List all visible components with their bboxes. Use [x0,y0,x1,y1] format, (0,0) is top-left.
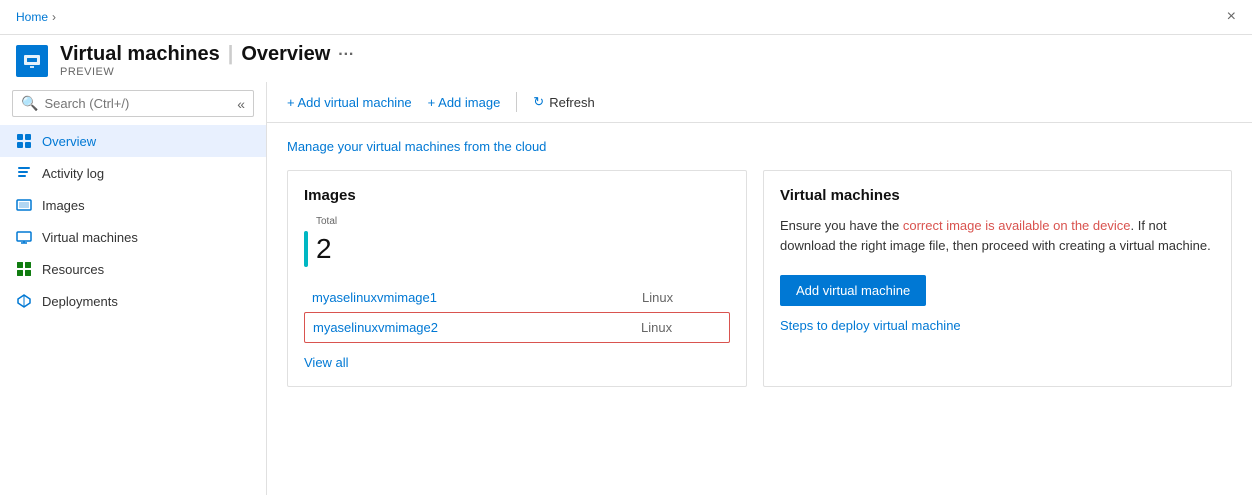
main-layout: 🔍 « Overview Activity log Images [0,82,1252,495]
breadcrumb-home[interactable]: Home [16,10,48,24]
search-icon: 🔍 [21,95,38,112]
page-title: Virtual machines | Overview ··· [60,43,354,66]
cards-row: Images Total 2 myaselinuxvmimage1 Linux [287,170,1232,387]
sidebar-item-resources[interactable]: Resources [0,253,266,285]
images-card: Images Total 2 myaselinuxvmimage1 Linux [287,170,747,387]
refresh-icon: ↻ [533,94,544,110]
view-all-link[interactable]: View all [304,355,349,370]
search-container: 🔍 « [12,90,254,117]
sidebar-label-overview: Overview [42,134,96,149]
sidebar-item-virtual-machines[interactable]: Virtual machines [0,221,266,253]
add-image-button[interactable]: + Add image [428,95,501,110]
title-separator: | [228,43,234,66]
toolbar-separator [516,92,517,112]
header-title-block: Virtual machines | Overview ··· PREVIEW [60,43,354,78]
total-count-row: 2 [304,231,730,267]
total-label: Total [316,216,730,227]
total-bar [304,231,308,267]
image-row[interactable]: myaselinuxvmimage2 Linux [304,312,730,343]
refresh-label: Refresh [549,95,595,110]
vm-card: Virtual machines Ensure you have the cor… [763,170,1232,387]
close-button[interactable]: × [1227,8,1236,26]
sidebar-label-virtual-machines: Virtual machines [42,230,138,245]
image-list: myaselinuxvmimage1 Linux myaselinuxvmima… [304,283,730,343]
service-icon [16,45,48,77]
more-options-icon[interactable]: ··· [338,46,354,64]
deployments-icon [16,293,32,309]
sidebar-item-images[interactable]: Images [0,189,266,221]
vm-icon [22,51,42,71]
vm-description: Ensure you have the correct image is ava… [780,216,1215,255]
steps-link[interactable]: Steps to deploy virtual machine [780,318,961,333]
refresh-button[interactable]: ↻ Refresh [533,94,594,110]
vm-desc-link[interactable]: correct image is available on the device [903,218,1131,233]
collapse-icon[interactable]: « [237,96,245,112]
image-name: myaselinuxvmimage2 [313,320,621,335]
vm-desc-part1: Ensure you have the [780,218,903,233]
content-area: Manage your virtual machines from the cl… [267,123,1252,403]
add-virtual-machine-button[interactable]: Add virtual machine [780,275,926,306]
top-bar: Home › × [0,0,1252,35]
page-header: Virtual machines | Overview ··· PREVIEW [0,35,1252,82]
activity-log-icon [16,165,32,181]
sidebar-item-deployments[interactable]: Deployments [0,285,266,317]
main-content: + Add virtual machine + Add image ↻ Refr… [267,82,1252,495]
breadcrumb: Home › [16,10,56,24]
image-name: myaselinuxvmimage1 [312,290,622,305]
images-icon [16,197,32,213]
sidebar-label-images: Images [42,198,85,213]
sidebar-label-deployments: Deployments [42,294,118,309]
virtual-machines-icon [16,229,32,245]
total-count: 2 [316,233,332,265]
overview-icon [16,133,32,149]
add-vm-button[interactable]: + Add virtual machine [287,95,412,110]
service-name: Virtual machines [60,43,220,66]
page-badge: PREVIEW [60,66,354,78]
search-input[interactable] [44,96,231,111]
vm-card-title: Virtual machines [780,187,1215,204]
image-row[interactable]: myaselinuxvmimage1 Linux [304,283,730,312]
image-os: Linux [642,290,722,305]
page-section: Overview [241,43,330,66]
sidebar-item-activity-log[interactable]: Activity log [0,157,266,189]
content-subtitle: Manage your virtual machines from the cl… [287,139,1232,154]
sidebar: 🔍 « Overview Activity log Images [0,82,267,495]
image-os: Linux [641,320,721,335]
sidebar-item-overview[interactable]: Overview [0,125,266,157]
sidebar-label-activity-log: Activity log [42,166,104,181]
sidebar-label-resources: Resources [42,262,104,277]
resources-icon [16,261,32,277]
toolbar: + Add virtual machine + Add image ↻ Refr… [267,82,1252,123]
breadcrumb-sep: › [52,10,56,24]
images-card-title: Images [304,187,730,204]
